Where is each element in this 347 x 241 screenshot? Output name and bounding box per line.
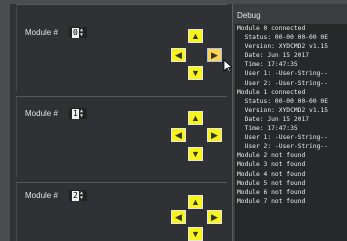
spinner-arrows-icon[interactable]: ▲ ▼ [80,191,85,201]
arrow-left-button[interactable]: ◀ [171,128,186,142]
debug-title: Debug [237,11,261,20]
debug-log-line: Module 2 not found [237,152,306,160]
module-panel-0: Module # 0 ▲ ▼ ▲ ◀ ▶ ▼ [16,4,227,91]
arrow-down-icon: ▼ [191,149,200,159]
app-screen: Module # 0 ▲ ▼ ▲ ◀ ▶ ▼ Module # 1 ▲ ▼ ▲ ◀ … [10,4,347,241]
debug-log-line: Module 7 not found [237,197,306,205]
arrow-left-button[interactable]: ◀ [171,48,186,62]
debug-log-line: User 1: -User-String-- [237,134,328,142]
module-controls-area: Module # 0 ▲ ▼ ▲ ◀ ▶ ▼ Module # 1 ▲ ▼ ▲ ◀ … [10,4,233,241]
module-number-value: 1 [72,109,79,119]
arrow-down-button[interactable]: ▼ [188,66,203,80]
module-label: Module # [25,191,58,200]
debug-log-line: Module 4 not found [237,170,306,178]
debug-log-line: Version: XYDCMD2 v1.15 [237,43,328,51]
module-number-value: 0 [72,28,79,38]
debug-log-line: Date: Jun 15 2017 [237,52,310,60]
arrow-up-button[interactable]: ▲ [188,195,203,209]
arrow-left-icon: ◀ [175,129,182,140]
debug-log-line: Time: 17:47:35 [237,125,298,133]
module-number-value: 2 [72,191,79,201]
arrow-down-icon: ▼ [191,68,200,78]
debug-log-line: User 1: -User-String-- [237,70,328,78]
debug-log-line: Module 6 not found [237,188,306,196]
arrow-up-icon: ▲ [191,197,200,207]
module-number-spinner[interactable]: 2 ▲ ▼ [69,190,87,201]
arrow-left-button[interactable]: ◀ [171,210,186,224]
arrow-down-button[interactable]: ▼ [188,147,203,161]
module-label: Module # [25,28,58,37]
spinner-arrows-icon[interactable]: ▲ ▼ [80,109,85,119]
spinner-arrows-icon[interactable]: ▲ ▼ [80,28,85,38]
arrow-right-icon: ▶ [211,49,218,60]
arrow-down-icon: ▼ [191,229,200,239]
debug-log-line: Module 1 connected [237,88,306,96]
arrow-right-button[interactable]: ▶ [207,210,222,224]
arrow-up-button[interactable]: ▲ [188,111,203,125]
debug-log-line: Date: Jun 15 2017 [237,115,310,123]
arrow-up-icon: ▲ [191,31,200,41]
arrow-right-icon: ▶ [211,129,218,140]
module-panel-1: Module # 1 ▲ ▼ ▲ ◀ ▶ ▼ [16,96,227,177]
module-number-spinner[interactable]: 0 ▲ ▼ [69,27,87,38]
debug-log-line: Module 3 not found [237,161,306,169]
debug-log-line: Version: XYDCMD2 v1.15 [237,106,328,114]
debug-panel: Debug Module 0 connected Status: 00-00 0… [232,4,347,241]
arrow-up-button[interactable]: ▲ [188,29,203,43]
debug-log-line: Module 5 not found [237,179,306,187]
module-panel-2: Module # 2 ▲ ▼ ▲ ◀ ▶ ▼ [16,182,227,241]
debug-log[interactable]: Module 0 connected Status: 00-00 00-00 0… [235,24,347,241]
debug-log-line: Status: 00-00 00-00 0E [237,97,328,105]
arrow-down-button[interactable]: ▼ [188,227,203,241]
arrow-right-button[interactable]: ▶ [207,128,222,142]
arrow-up-icon: ▲ [191,113,200,123]
arrow-left-icon: ◀ [175,49,182,60]
arrow-right-icon: ▶ [211,211,218,222]
debug-log-line: User 2: -User-String-- [237,143,328,151]
module-number-spinner[interactable]: 1 ▲ ▼ [69,108,87,119]
arrow-left-icon: ◀ [175,211,182,222]
module-label: Module # [25,109,58,118]
debug-log-line: Module 0 connected [237,25,306,32]
arrow-right-button[interactable]: ▶ [207,48,222,62]
debug-log-line: Status: 00-00 00-00 0E [237,34,328,42]
debug-log-line: User 2: -User-String-- [237,79,328,87]
debug-log-line: Time: 17:47:35 [237,61,298,69]
